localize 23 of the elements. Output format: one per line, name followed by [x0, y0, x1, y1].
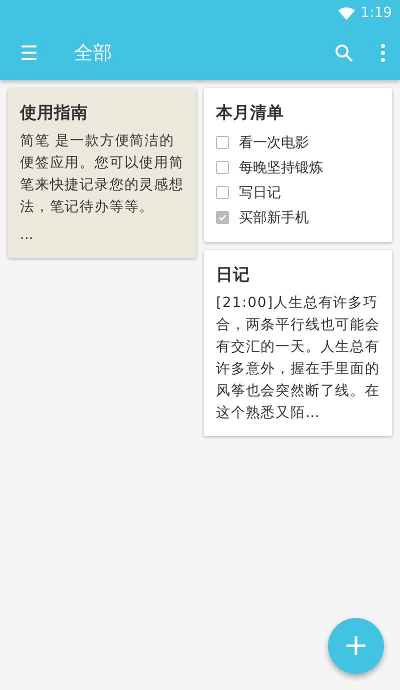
checklist-item: 买部新手机: [239, 208, 309, 226]
note-card[interactable]: 使用指南 简笔 是一款方便简洁的便签应用。您可以使用简笔来快捷记录您的灵感想法，笔记待办等等。 ...: [8, 88, 196, 258]
wifi-icon: [338, 6, 355, 20]
note-text: 简笔 是一款方便简洁的便签应用。您可以使用简笔来快捷记录您的灵感想法，笔记待办等等。: [20, 132, 184, 217]
checklist-item: 写日记: [239, 184, 281, 202]
checklist-item: 看一次电影: [239, 134, 309, 152]
status-time: 1:19: [360, 5, 392, 21]
note-title: 日记: [216, 264, 251, 286]
more-text: ...: [20, 226, 34, 245]
note-title: 本月清单: [216, 102, 285, 124]
note-title: 使用指南: [20, 102, 89, 124]
note-card[interactable]: 本月清单 看一次电影 每晚坚持锻炼 写日记 买部新手机: [204, 88, 392, 242]
more-icon: [380, 43, 386, 63]
note-card[interactable]: 日记 [21:00]人生总有许多巧合，两条平行线也可能会有交汇的一天。人生总有许多意外，握在手里面的风筝也会突然断了线。在这个熟悉又陌…: [204, 250, 392, 436]
checkbox[interactable]: [216, 186, 229, 199]
note-text: [21:00]人生总有许多巧合，两条平行线也可能会有交汇的一天。人生总有许多意外，握在手里面的风筝也会突然断了线。在这个熟悉又陌…: [216, 294, 380, 423]
checkbox[interactable]: [216, 211, 229, 224]
checklist-item: 每晚坚持锻炼: [239, 158, 323, 176]
checkbox[interactable]: [216, 136, 229, 149]
checkbox[interactable]: [216, 161, 229, 174]
check-icon: [218, 214, 226, 221]
toolbar-title: 全部: [74, 41, 113, 66]
search-icon: [334, 43, 354, 63]
